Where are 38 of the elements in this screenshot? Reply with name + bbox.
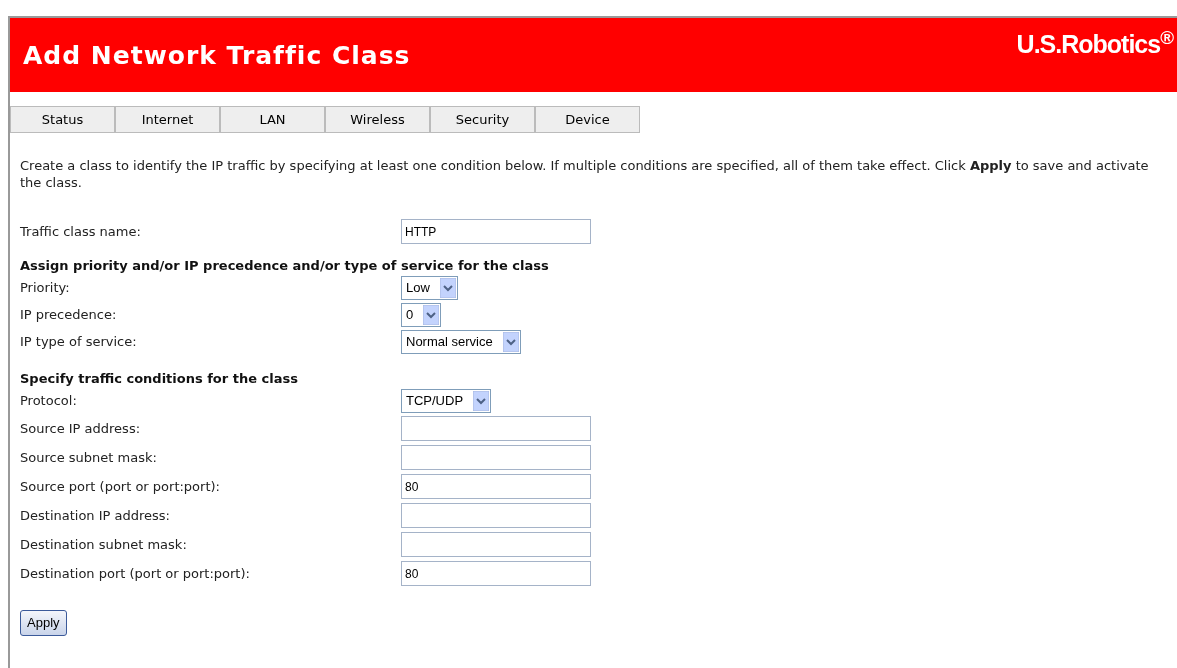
- field-label: Destination subnet mask:: [20, 535, 188, 554]
- field-label: Destination IP address:: [20, 506, 171, 525]
- field-label: IP precedence:: [20, 305, 118, 324]
- nav-tab[interactable]: LAN: [220, 106, 325, 133]
- caret-icon: [473, 390, 490, 411]
- dropdown[interactable]: TCP/UDP: [401, 388, 492, 413]
- input-field[interactable]: [401, 532, 591, 557]
- nav-tab[interactable]: Status: [10, 106, 115, 133]
- input-field[interactable]: HTTP: [401, 219, 591, 244]
- caret-icon: [502, 331, 519, 352]
- nav-tab[interactable]: Wireless: [325, 106, 430, 133]
- section-heading: Assign priority and/or IP precedence and/or type of service for the class: [20, 258, 550, 274]
- nav-tab[interactable]: Internet: [115, 106, 220, 133]
- intro-text: Create a class to identify the IP traffic by specifying at least one condition below. If multiple conditions are specified, all of them take effect. Click Apply to save and activate the class.: [20, 157, 1150, 191]
- caret-icon: [423, 304, 440, 325]
- field-label: IP type of service:: [20, 332, 138, 351]
- input-field[interactable]: [401, 416, 591, 441]
- dropdown[interactable]: 0: [401, 302, 442, 327]
- nav-tab[interactable]: Device: [535, 106, 640, 133]
- page-title: Add Network Traffic Class: [23, 40, 411, 73]
- section-heading: Specify traffic conditions for the class: [20, 371, 299, 387]
- field-label: Traffic class name:: [20, 222, 142, 241]
- field-label: Source IP address:: [20, 419, 142, 438]
- nav-tab[interactable]: Security: [430, 106, 535, 133]
- input-field[interactable]: 80: [401, 474, 591, 499]
- dropdown[interactable]: Low: [401, 275, 458, 300]
- logo: U.S.Robotics$^{®}$: [1016, 26, 1173, 60]
- field-label: Protocol:: [20, 391, 78, 410]
- field-label: Source port (port or port:port):: [20, 477, 221, 496]
- input-field[interactable]: [401, 503, 591, 528]
- input-field[interactable]: 80: [401, 561, 591, 586]
- input-field[interactable]: [401, 445, 591, 470]
- field-label: Destination port (port or port:port):: [20, 564, 251, 583]
- field-label: Priority:: [20, 278, 71, 297]
- dropdown[interactable]: Normal service: [401, 329, 521, 354]
- caret-icon: [439, 277, 456, 298]
- apply-button[interactable]: Apply: [20, 610, 67, 636]
- field-label: Source subnet mask:: [20, 448, 158, 467]
